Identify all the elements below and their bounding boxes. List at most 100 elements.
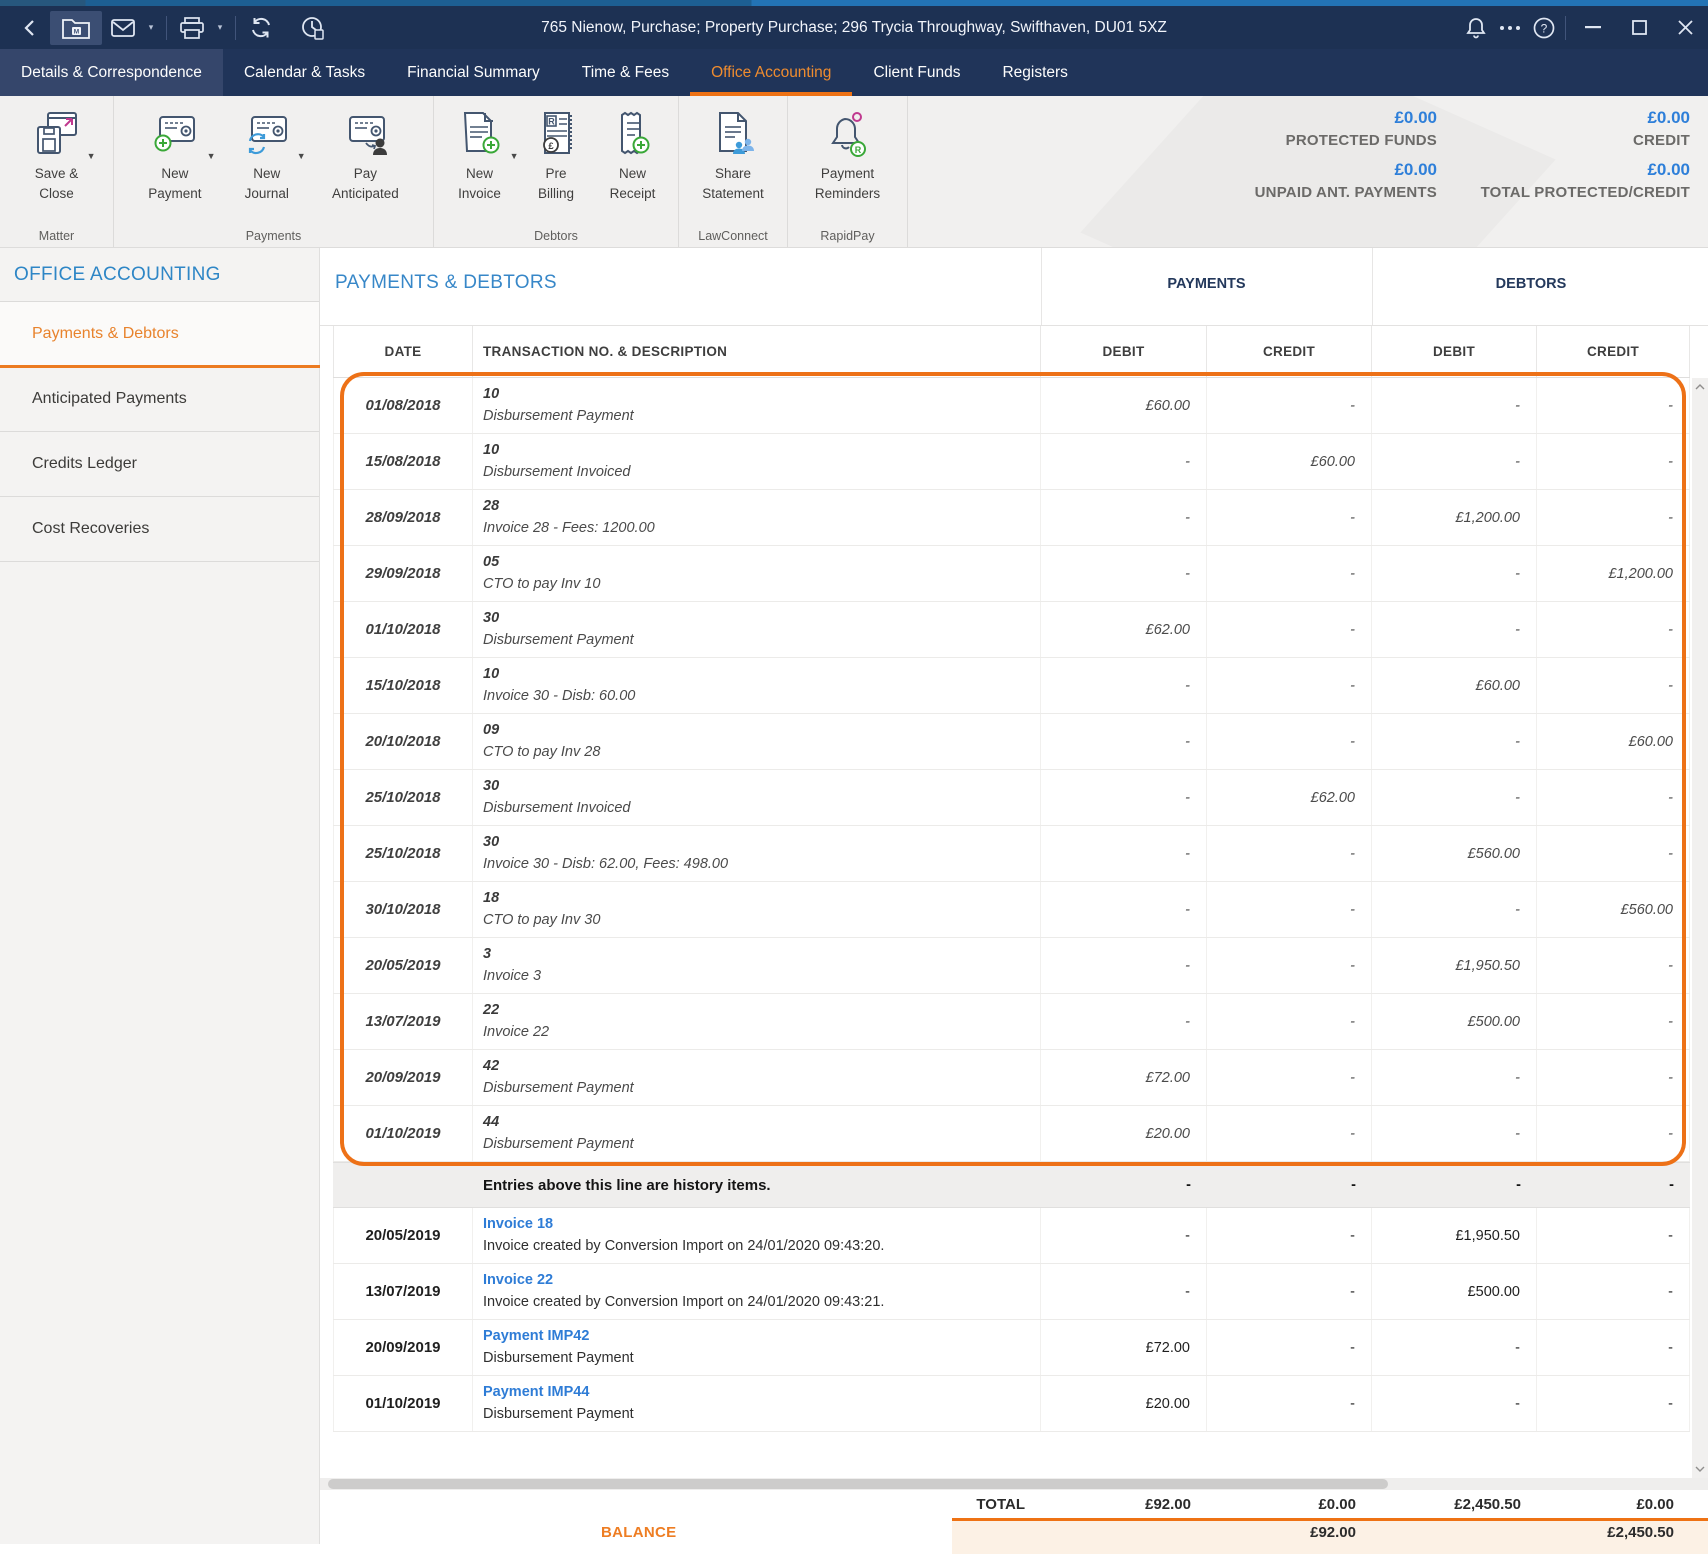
ledger-row[interactable]: 20/10/2018 09 CTO to pay Inv 28 - - - £6… (333, 714, 1690, 770)
dropdown-caret-icon[interactable]: ▼ (510, 151, 519, 161)
column-header-date[interactable]: DATE (333, 326, 473, 377)
payments-debit-cell: - (1041, 826, 1207, 881)
transaction-description: Disbursement Payment (483, 629, 1040, 651)
funds-label: TOTAL PROTECTED/CREDIT (1481, 185, 1690, 200)
transaction-description: Disbursement Payment (483, 1133, 1040, 1155)
horizontal-scroll-thumb[interactable] (328, 1479, 1388, 1489)
column-header-payments-credit[interactable]: CREDIT (1207, 326, 1372, 377)
ribbon-group-matter: ▼Save & Close Matter (0, 96, 114, 247)
ledger-row[interactable]: 29/09/2018 05 CTO to pay Inv 10 - - - £1… (333, 546, 1690, 602)
payments-debit-cell: - (1041, 714, 1207, 769)
transaction-link[interactable]: Invoice 22 (483, 1269, 1040, 1291)
new-invoice-button[interactable]: ▼New Invoice (449, 109, 511, 205)
total-debtors-debit: £2,450.50 (1372, 1496, 1537, 1513)
new-receipt-button[interactable]: New Receipt (602, 109, 664, 205)
payments-debit-cell: - (1041, 938, 1207, 993)
transaction-number: 09 (483, 719, 1040, 741)
ledger-row[interactable]: 15/08/2018 10 Disbursement Invoiced - £6… (333, 434, 1690, 490)
share-statement-button[interactable]: Share Statement (696, 109, 770, 205)
sync-icon[interactable] (244, 12, 278, 44)
ledger-row[interactable]: 20/05/2019 Invoice 18 Invoice created by… (333, 1208, 1690, 1264)
help-icon[interactable]: ? (1527, 12, 1561, 44)
ledger-row[interactable]: 01/10/2019 44 Disbursement Payment £20.0… (333, 1106, 1690, 1162)
tab-registers[interactable]: Registers (981, 49, 1088, 96)
ledger-row[interactable]: 01/10/2018 30 Disbursement Payment £62.0… (333, 602, 1690, 658)
bell-icon[interactable] (1459, 12, 1493, 44)
payments-debit-cell: - (1041, 434, 1207, 489)
ledger-row[interactable]: 01/08/2018 10 Disbursement Payment £60.0… (333, 378, 1690, 434)
column-header-payments-debit[interactable]: DEBIT (1041, 326, 1207, 377)
debtors-credit-cell: - (1537, 490, 1690, 545)
tab-calendar-tasks[interactable]: Calendar & Tasks (223, 49, 386, 96)
funds-label: CREDIT (1481, 133, 1690, 148)
ledger-row[interactable]: 15/10/2018 10 Invoice 30 - Disb: 60.00 -… (333, 658, 1690, 714)
back-icon[interactable] (12, 12, 46, 44)
ledger-row[interactable]: 13/07/2019 Invoice 22 Invoice created by… (333, 1264, 1690, 1320)
sidebar-item-anticipated-payments[interactable]: Anticipated Payments (0, 367, 319, 432)
ledger-row[interactable]: 25/10/2018 30 Invoice 30 - Disb: 62.00, … (333, 826, 1690, 882)
sidebar-item-payments-debtors[interactable]: Payments & Debtors (0, 302, 319, 367)
svg-text:?: ? (1541, 21, 1548, 35)
payments-credit-cell: - (1207, 490, 1372, 545)
column-header-debtors-debit[interactable]: DEBIT (1372, 326, 1537, 377)
new-receipt-icon (608, 109, 658, 159)
matter-folder-icon[interactable]: M (50, 11, 102, 45)
pay-anticipated-button[interactable]: Pay Anticipated (326, 109, 405, 205)
debtors-debit-cell: - (1372, 378, 1537, 433)
vertical-scrollbar[interactable] (1692, 378, 1708, 1478)
new-payment-button[interactable]: ▼New Payment (142, 109, 207, 205)
email-dropdown-icon[interactable]: ▾ (144, 22, 158, 33)
sidebar-item-credits-ledger[interactable]: Credits Ledger (0, 432, 319, 497)
time-icon[interactable] (296, 12, 330, 44)
ledger-row[interactable]: 01/10/2019 Payment IMP44 Disbursement Pa… (333, 1376, 1690, 1432)
save-close-button[interactable]: ▼Save & Close (26, 109, 88, 205)
debtors-debit-cell: - (1372, 1050, 1537, 1105)
dropdown-caret-icon[interactable]: ▼ (207, 151, 216, 161)
transaction-description: Invoice 30 - Disb: 62.00, Fees: 498.00 (483, 853, 1040, 875)
transaction-link[interactable]: Invoice 18 (483, 1213, 1040, 1235)
transaction-link[interactable]: Payment IMP44 (483, 1381, 1040, 1403)
tab-office-accounting[interactable]: Office Accounting (690, 49, 852, 96)
tab-details-correspondence[interactable]: Details & Correspondence (0, 49, 223, 96)
minimize-icon[interactable] (1570, 10, 1616, 46)
transaction-number: 30 (483, 775, 1040, 797)
maximize-icon[interactable] (1616, 10, 1662, 46)
scroll-up-icon[interactable] (1692, 378, 1708, 396)
ledger-row[interactable]: 13/07/2019 22 Invoice 22 - - £500.00 - (333, 994, 1690, 1050)
tab-client-funds[interactable]: Client Funds (852, 49, 981, 96)
ribbon-group-label: Debtors (434, 229, 678, 243)
horizontal-scrollbar[interactable] (320, 1478, 1708, 1490)
scroll-down-icon[interactable] (1692, 1460, 1708, 1478)
email-icon[interactable] (106, 12, 140, 44)
pre-billing-button[interactable]: R£Pre Billing (525, 109, 587, 205)
ledger-row[interactable]: 20/05/2019 3 Invoice 3 - - £1,950.50 - (333, 938, 1690, 994)
tab-financial-summary[interactable]: Financial Summary (386, 49, 561, 96)
payment-reminders-button[interactable]: RPayment Reminders (809, 109, 886, 205)
print-dropdown-icon[interactable]: ▾ (213, 22, 227, 33)
ellipsis-icon[interactable] (1493, 12, 1527, 44)
save-close-icon (32, 109, 82, 159)
new-journal-button[interactable]: ▼New Journal (236, 109, 298, 205)
transaction-description: Invoice 30 - Disb: 60.00 (483, 685, 1040, 707)
ledger-row[interactable]: 30/10/2018 18 CTO to pay Inv 30 - - - £5… (333, 882, 1690, 938)
ledger-row[interactable]: 25/10/2018 30 Disbursement Invoiced - £6… (333, 770, 1690, 826)
transaction-number: 44 (483, 1111, 1040, 1133)
dropdown-caret-icon[interactable]: ▼ (297, 151, 306, 161)
payments-debit-cell: - (1041, 882, 1207, 937)
ledger-row[interactable]: 20/09/2019 42 Disbursement Payment £72.0… (333, 1050, 1690, 1106)
payments-credit-cell: - (1207, 1106, 1372, 1161)
ledger-row[interactable]: 20/09/2019 Payment IMP42 Disbursement Pa… (333, 1320, 1690, 1376)
ledger-row[interactable]: 28/09/2018 28 Invoice 28 - Fees: 1200.00… (333, 490, 1690, 546)
payments-debit-cell: £62.00 (1041, 602, 1207, 657)
print-icon[interactable] (175, 12, 209, 44)
ribbon-group-label: Matter (0, 229, 113, 243)
transaction-description: Invoice 22 (483, 1021, 1040, 1043)
transaction-link[interactable]: Payment IMP42 (483, 1325, 1040, 1347)
total-label: TOTAL (473, 1496, 1041, 1513)
column-header-debtors-credit[interactable]: CREDIT (1537, 326, 1690, 377)
tab-time-fees[interactable]: Time & Fees (561, 49, 690, 96)
close-icon[interactable] (1662, 10, 1708, 46)
sidebar-item-cost-recoveries[interactable]: Cost Recoveries (0, 497, 319, 562)
dropdown-caret-icon[interactable]: ▼ (87, 151, 96, 161)
column-header-description[interactable]: TRANSACTION NO. & DESCRIPTION (473, 326, 1041, 377)
